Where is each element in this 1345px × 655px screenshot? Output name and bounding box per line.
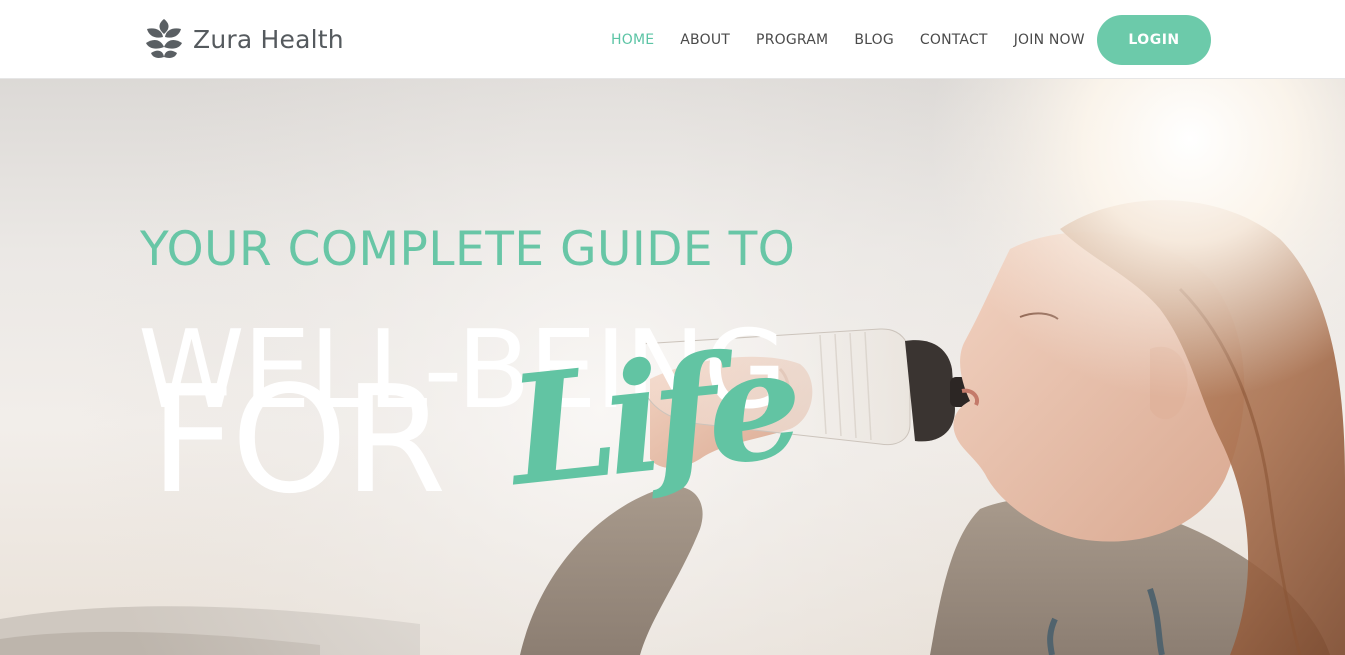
nav-item-join-now[interactable]: JOIN NOW [1014, 32, 1085, 48]
login-button[interactable]: LOGIN [1097, 15, 1211, 65]
nav-item-program[interactable]: PROGRAM [756, 32, 828, 48]
lotus-leaf-icon [146, 19, 182, 58]
brand-name: Zura Health [193, 24, 344, 54]
hero-heading-for: FOR [150, 354, 446, 526]
main-nav: HOME ABOUT PROGRAM BLOG CONTACT JOIN NOW [600, 0, 1111, 79]
nav-item-about[interactable]: ABOUT [680, 32, 730, 48]
brand-logo-link[interactable]: Zura Health [143, 17, 344, 61]
hero-script-life: Life [501, 315, 802, 521]
nav-item-blog[interactable]: BLOG [854, 32, 894, 48]
nav-item-contact[interactable]: CONTACT [920, 32, 988, 48]
page: Zura Health HOME ABOUT PROGRAM BLOG CONT… [0, 0, 1345, 655]
hero-subheading: YOUR COMPLETE GUIDE TO [140, 222, 796, 277]
site-header: Zura Health HOME ABOUT PROGRAM BLOG CONT… [0, 0, 1345, 79]
hero-section: YOUR COMPLETE GUIDE TO WELL-BEING FOR Li… [0, 79, 1345, 655]
nav-item-home[interactable]: HOME [611, 32, 654, 48]
